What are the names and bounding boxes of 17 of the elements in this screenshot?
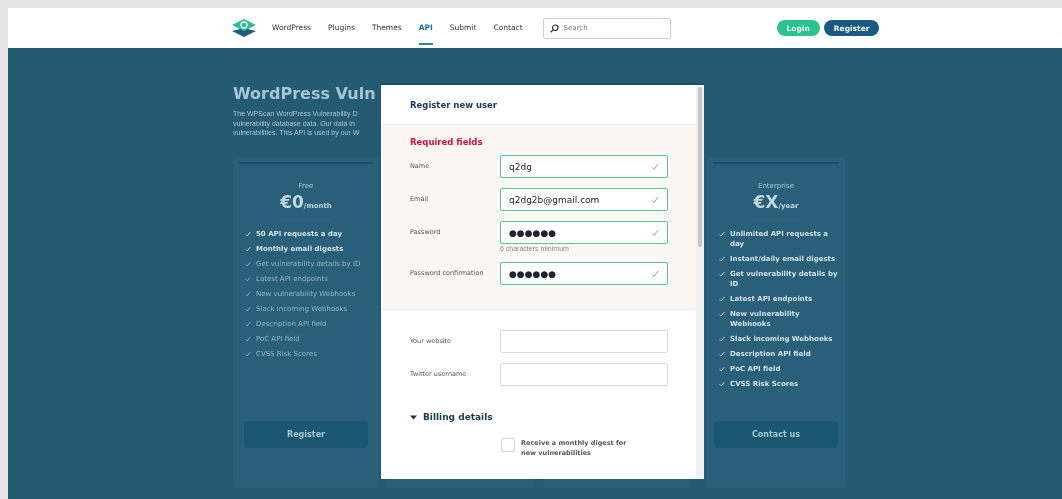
plan-button[interactable]: Contact us [714,420,838,448]
input-field[interactable]: q2dg2b@gmail.com [500,188,668,211]
checkbox[interactable] [501,438,515,452]
billing-toggle[interactable]: Billing details [410,412,668,422]
input-field[interactable]: ●●●●●● [500,262,668,285]
input-field[interactable]: q2dg [500,155,668,178]
input-field[interactable] [500,363,668,386]
dialog-title: Register new user [410,99,498,110]
search-icon [549,23,559,33]
plan-price: €X [753,191,779,212]
plan-button[interactable]: Register [244,420,368,448]
logo-icon[interactable] [232,19,256,37]
input-field[interactable]: ●●●●●● [500,221,668,244]
input-field[interactable] [500,330,668,353]
section-title: Required fields [410,137,484,147]
plan-price: €0 [280,191,304,212]
page-heading: WordPress Vuln [233,84,377,103]
